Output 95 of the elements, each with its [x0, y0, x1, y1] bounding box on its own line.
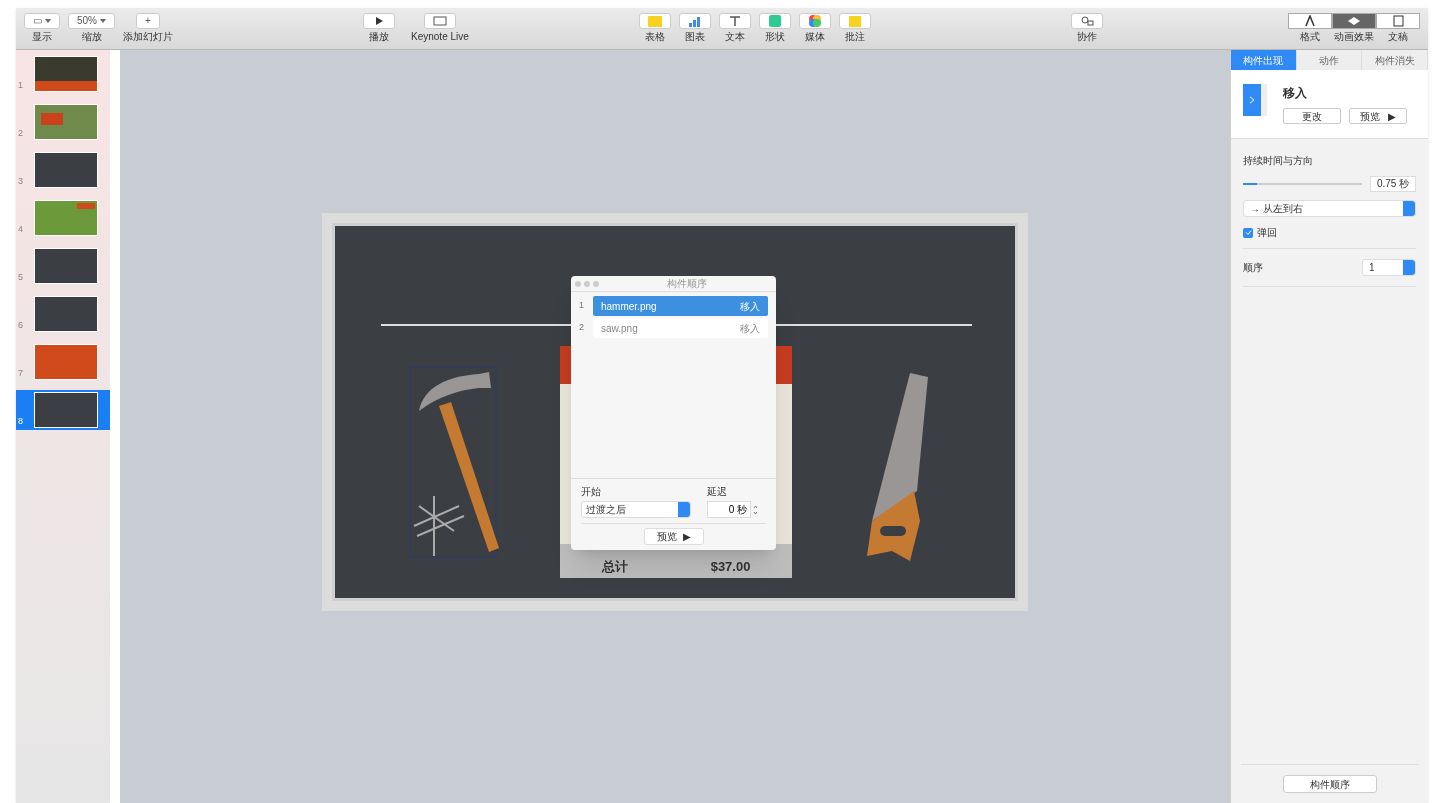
square-icon — [768, 15, 781, 27]
slide-row[interactable]: 8 — [16, 390, 110, 430]
build-item-effect: 移入 — [740, 321, 760, 336]
table-icon — [647, 15, 662, 27]
toolbar-label: 文本 — [724, 31, 745, 43]
diamond-icon — [1347, 16, 1361, 26]
build-item[interactable]: hammer.png 移入 — [593, 296, 768, 316]
effect-thumbnail-icon — [1243, 84, 1267, 116]
screen-icon — [432, 16, 447, 26]
inspector-tab[interactable]: 构件出现 — [1231, 50, 1297, 70]
inspector-toggle[interactable] — [1288, 13, 1332, 29]
start-dropdown[interactable]: 过渡之后 — [581, 501, 691, 518]
slide-thumbnail[interactable] — [34, 152, 98, 188]
inspector-toggle[interactable] — [1376, 13, 1420, 29]
slide-thumbnail[interactable] — [34, 200, 98, 236]
duration-label: 持续时间与方向 — [1243, 154, 1314, 168]
slide-thumbnail[interactable] — [34, 248, 98, 284]
direction-dropdown[interactable]: → 从左到右 — [1243, 200, 1416, 217]
document-icon — [1392, 15, 1404, 27]
inspector-tab[interactable]: 动作 — [1296, 50, 1363, 70]
toolbar-label: Keynote Live — [411, 31, 469, 43]
slide-row[interactable]: 1 — [16, 54, 110, 94]
toolbar-label: 播放 — [369, 31, 389, 43]
slide-number: 6 — [18, 318, 24, 332]
effect-name: 移入 — [1283, 85, 1308, 102]
note-icon — [848, 15, 861, 27]
slide-thumbnail[interactable] — [34, 104, 98, 140]
slide-row[interactable]: 5 — [16, 246, 110, 286]
toolbar-label: 显示 — [32, 31, 52, 43]
preview-button[interactable]: 预览 ▶ — [1349, 108, 1407, 124]
toolbar-label: 格式 — [1300, 31, 1320, 43]
toolbar-button[interactable] — [363, 13, 395, 29]
table-cell-text: $37.00 — [710, 558, 751, 576]
window-title: 构件顺序 — [666, 277, 708, 291]
toolbar-label: 缩放 — [81, 31, 102, 43]
stepper-icon — [1403, 260, 1415, 275]
start-label: 开始 — [581, 485, 602, 499]
toolbar-label: 图表 — [684, 31, 705, 43]
toolbar-button[interactable]: 50% — [68, 13, 115, 29]
slide-thumbnail[interactable] — [34, 296, 98, 332]
caret-icon — [45, 19, 51, 23]
toolbar-label: 协作 — [1076, 31, 1097, 43]
toolbar-label: 添加幻灯片 — [123, 31, 173, 43]
slide-thumbnail[interactable] — [34, 392, 98, 428]
change-button[interactable]: 更改 — [1283, 108, 1341, 124]
stepper-icon[interactable] — [753, 503, 758, 516]
build-item[interactable]: saw.png 移入 — [593, 318, 768, 338]
order-label: 顺序 — [1243, 261, 1263, 275]
inspector-tab[interactable]: 构件消失 — [1362, 50, 1428, 70]
slide-row[interactable]: 7 — [16, 342, 110, 382]
slide-number: 3 — [18, 174, 24, 188]
bounce-label: 弹回 — [1257, 226, 1277, 240]
bounce-checkbox[interactable] — [1243, 227, 1253, 238]
caret-icon — [100, 19, 106, 23]
inspector-toggle[interactable] — [1332, 13, 1376, 29]
slide-number: 1 — [18, 78, 24, 92]
delay-field[interactable]: 0 秒 — [707, 501, 751, 518]
slide-row[interactable]: 2 — [16, 102, 110, 142]
slide-row[interactable]: 4 — [16, 198, 110, 238]
slide-number: 4 — [18, 222, 24, 236]
collaborate-button[interactable] — [1070, 13, 1103, 29]
play-icon — [374, 16, 384, 26]
slide-thumbnail[interactable] — [34, 56, 98, 92]
color-wheel-icon — [808, 15, 821, 27]
preview-button[interactable]: 预览 ▶ — [643, 528, 704, 545]
build-number: 2 — [579, 321, 585, 335]
slide-number: 7 — [18, 366, 24, 380]
slide-number: 5 — [18, 270, 24, 284]
build-item-effect: 移入 — [740, 299, 760, 314]
toolbar-button[interactable]: + — [136, 13, 160, 29]
build-order-button[interactable]: 构件顺序 — [1282, 775, 1377, 793]
toolbar-label: 表格 — [644, 31, 665, 43]
build-item-name: saw.png — [601, 321, 638, 336]
bar-chart-icon — [687, 15, 702, 27]
build-number: 1 — [579, 299, 585, 313]
toolbar-label: 批注 — [844, 31, 865, 43]
slide-number: 2 — [18, 126, 24, 140]
text-icon — [728, 15, 741, 27]
toolbar-label: 动画效果 — [1334, 31, 1374, 43]
toolbar-button[interactable]: ▭ — [24, 13, 60, 29]
slide-row[interactable]: 6 — [16, 294, 110, 334]
toolbar-label: 形状 — [764, 31, 785, 43]
toolbar-label: 媒体 — [804, 31, 825, 43]
slide-number: 8 — [18, 414, 24, 428]
slide-row[interactable]: 3 — [16, 150, 110, 190]
hammer-drawing[interactable] — [409, 365, 499, 560]
stepper-icon — [1403, 201, 1415, 216]
slide-thumbnail[interactable] — [34, 344, 98, 380]
delay-label: 延迟 — [707, 485, 728, 499]
build-item-name: hammer.png — [601, 299, 657, 314]
duration-field[interactable]: 0.75 秒 — [1370, 176, 1416, 192]
order-dropdown[interactable]: 1 — [1362, 259, 1416, 276]
toolbar-label: 文稿 — [1388, 31, 1408, 43]
stepper-icon — [678, 502, 690, 517]
table-cell-text: 总计 — [601, 558, 628, 576]
